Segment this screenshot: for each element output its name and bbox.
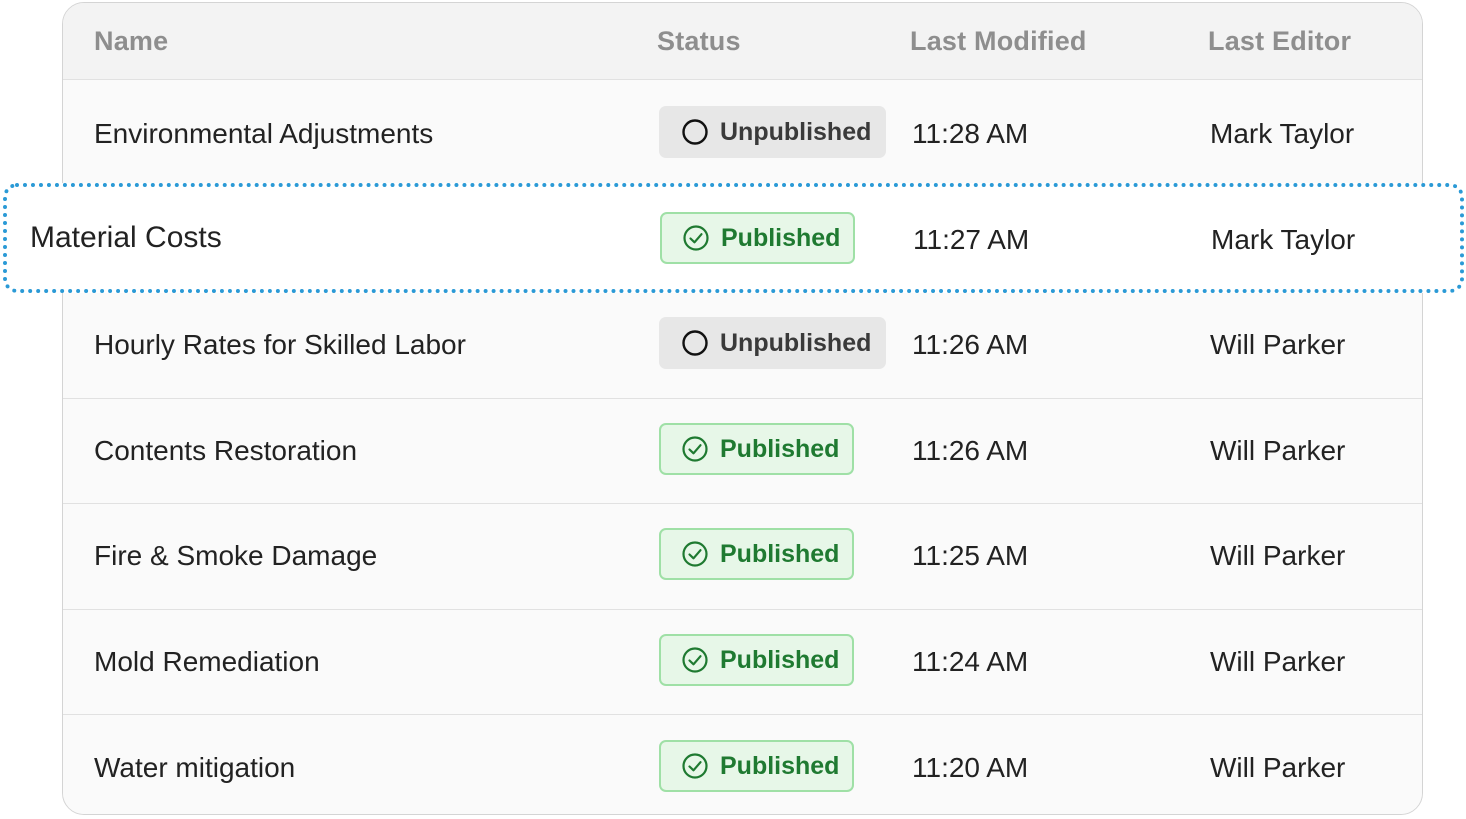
- status-label: Unpublished: [720, 117, 872, 146]
- check-circle-icon: [681, 435, 709, 463]
- status-badge: Published: [659, 634, 854, 686]
- row-name: Contents Restoration: [94, 435, 358, 466]
- table-row-highlighted[interactable]: Material Costs Published 11:27 AM Mark T…: [3, 183, 1464, 293]
- documents-table: Name Status Last Modified Last Editor En…: [62, 2, 1423, 815]
- check-circle-icon: [681, 646, 709, 674]
- column-header-name[interactable]: Name: [94, 25, 168, 57]
- status-label: Published: [720, 645, 840, 674]
- row-last-modified: 11:20 AM: [912, 752, 1029, 783]
- row-name: Fire & Smoke Damage: [94, 540, 378, 571]
- check-circle-icon: [681, 540, 709, 568]
- check-circle-icon: [682, 224, 710, 252]
- row-last-editor: Will Parker: [1210, 435, 1346, 466]
- row-name: Hourly Rates for Skilled Labor: [94, 329, 466, 360]
- row-last-modified: 11:27 AM: [913, 224, 1030, 255]
- table-row[interactable]: Hourly Rates for Skilled Labor Unpublish…: [63, 293, 1422, 399]
- row-last-modified: 11:24 AM: [912, 646, 1029, 677]
- row-last-editor: Will Parker: [1210, 329, 1346, 360]
- row-name: Mold Remediation: [94, 646, 320, 677]
- status-badge: Published: [659, 528, 854, 580]
- table-row[interactable]: Contents Restoration Published 11:26 AM …: [63, 399, 1422, 504]
- status-label: Published: [720, 434, 840, 463]
- circle-icon: [681, 118, 709, 146]
- status-label: Unpublished: [720, 328, 872, 357]
- table-header: Name Status Last Modified Last Editor: [63, 3, 1422, 80]
- row-last-modified: 11:28 AM: [912, 118, 1029, 149]
- row-last-editor: Will Parker: [1210, 752, 1346, 783]
- row-last-editor: Will Parker: [1210, 646, 1346, 677]
- table-row[interactable]: Fire & Smoke Damage Published 11:25 AM W…: [63, 504, 1422, 610]
- row-last-modified: 11:26 AM: [912, 329, 1029, 360]
- status-label: Published: [720, 751, 840, 780]
- status-badge: Unpublished: [659, 317, 886, 369]
- table-row[interactable]: Water mitigation Published 11:20 AM Will…: [63, 715, 1422, 814]
- table-row[interactable]: Mold Remediation Published 11:24 AM Will…: [63, 610, 1422, 715]
- status-badge: Unpublished: [659, 106, 886, 158]
- row-last-modified: 11:25 AM: [912, 540, 1029, 571]
- row-name: Material Costs: [30, 221, 222, 254]
- row-last-editor: Will Parker: [1210, 540, 1346, 571]
- circle-icon: [681, 329, 709, 357]
- row-name: Environmental Adjustments: [94, 118, 434, 149]
- stage: Name Status Last Modified Last Editor En…: [0, 0, 1466, 819]
- row-name: Water mitigation: [94, 752, 296, 783]
- status-label: Published: [720, 539, 840, 568]
- table-row[interactable]: Environmental Adjustments Unpublished 11…: [63, 80, 1422, 186]
- status-label: Published: [721, 223, 841, 252]
- status-badge: Published: [660, 212, 855, 264]
- row-last-editor: Mark Taylor: [1210, 118, 1355, 149]
- status-badge: Published: [659, 423, 854, 475]
- row-last-editor: Mark Taylor: [1211, 224, 1356, 255]
- column-header-last-modified[interactable]: Last Modified: [910, 25, 1087, 57]
- column-header-status[interactable]: Status: [657, 25, 741, 57]
- column-header-last-editor[interactable]: Last Editor: [1208, 25, 1351, 57]
- status-badge: Published: [659, 740, 854, 792]
- check-circle-icon: [681, 752, 709, 780]
- row-last-modified: 11:26 AM: [912, 435, 1029, 466]
